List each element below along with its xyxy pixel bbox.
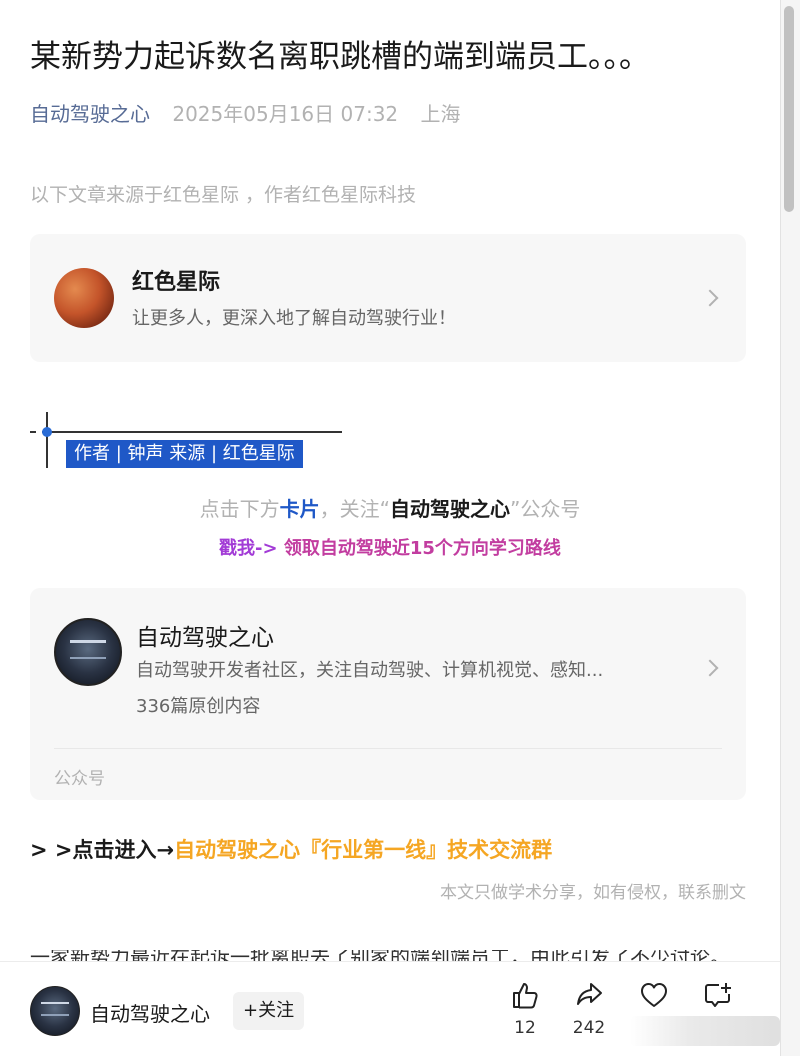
- comment-add-icon: [705, 983, 731, 1007]
- official-account-card[interactable]: 自动驾驶之心 自动驾驶开发者社区，关注自动驾驶、计算机视觉、感知... 336篇…: [30, 588, 746, 800]
- group-link-prefix[interactable]: > >点击进入→: [30, 838, 174, 862]
- account-avatar: [54, 618, 122, 686]
- account-kind-label: 公众号: [54, 769, 105, 789]
- share-arrow-icon: [577, 983, 602, 1005]
- source-account-name: 红色星际: [132, 270, 221, 295]
- group-chat-link[interactable]: > >点击进入→自动驾驶之心『行业第一线』技术交流群: [30, 834, 552, 864]
- follow-prompt-prefix: 点击下方: [199, 497, 280, 521]
- comment-button[interactable]: [688, 980, 748, 1010]
- original-article-count: 336篇原创内容: [136, 696, 261, 717]
- account-link[interactable]: 自动驾驶之心: [30, 102, 150, 126]
- author-badge: 作者 | 钟声 来源 | 红色星际: [66, 440, 303, 468]
- route-link-text[interactable]: 领取自动驾驶近15个方向学习路线: [284, 538, 561, 559]
- follow-prompt-suffix: ”公众号: [510, 497, 581, 521]
- article-title: 某新势力起诉数名离职跳槽的端到端员工。。。: [30, 39, 650, 75]
- source-note: 以下文章来源于红色星际 ，作者红色星际科技: [30, 184, 417, 206]
- bottom-account-name[interactable]: 自动驾驶之心: [90, 998, 210, 1027]
- follow-prompt-card-word: 卡片: [279, 497, 320, 521]
- heart-icon: [641, 983, 667, 1007]
- account-logo-icon: [41, 1002, 69, 1016]
- source-account-card[interactable]: 红色星际 让更多人，更深入地了解自动驾驶行业！: [30, 234, 746, 362]
- publish-date: 2025年05月16日 07:32: [172, 102, 399, 126]
- watermark-overlay: [630, 1016, 780, 1046]
- decorative-vertical-line: [46, 412, 48, 468]
- source-account-description: 让更多人，更深入地了解自动驾驶行业！: [132, 308, 456, 329]
- favorite-button[interactable]: [624, 980, 684, 1010]
- account-logo-icon: [70, 640, 106, 659]
- follow-prompt-account: 自动驾驶之心: [390, 497, 510, 521]
- share-count: 242: [572, 1018, 606, 1038]
- follow-prompt-middle: ，关注“: [319, 497, 390, 521]
- group-link-highlight[interactable]: 自动驾驶之心『行业第一线』技术交流群: [174, 838, 552, 862]
- like-button[interactable]: 12: [495, 980, 555, 1038]
- share-button[interactable]: 242: [559, 980, 619, 1038]
- article-meta: 自动驾驶之心 2025年05月16日 07:32 上海: [30, 100, 461, 128]
- card-divider: [54, 748, 722, 749]
- thumbs-up-icon: [513, 983, 538, 1009]
- follow-button[interactable]: +关注: [233, 992, 305, 1030]
- like-count: 12: [514, 1018, 536, 1038]
- follow-prompt: 点击下方卡片，关注“自动驾驶之心”公众号: [0, 493, 780, 522]
- official-account-description: 自动驾驶开发者社区，关注自动驾驶、计算机视觉、感知...: [136, 660, 604, 681]
- route-link-arrow-text[interactable]: 戳我->: [219, 538, 284, 559]
- decorative-line: [30, 431, 342, 433]
- decorative-dot: [42, 427, 52, 437]
- learning-route-link[interactable]: 戳我-> 领取自动驾驶近15个方向学习路线: [0, 534, 780, 560]
- chevron-right-icon: [701, 659, 719, 677]
- copyright-disclaimer: 本文只做学术分享，如有侵权，联系删文: [440, 883, 746, 903]
- publish-location: 上海: [420, 102, 461, 126]
- scrollbar-thumb[interactable]: [784, 6, 794, 212]
- bottom-account-avatar[interactable]: [30, 986, 80, 1036]
- article-scroll-area[interactable]: 某新势力起诉数名离职跳槽的端到端员工。。。 自动驾驶之心 2025年05月16日…: [0, 0, 780, 1056]
- mars-planet-avatar: [54, 268, 114, 328]
- official-account-name: 自动驾驶之心: [136, 625, 274, 651]
- chevron-right-icon: [701, 289, 719, 307]
